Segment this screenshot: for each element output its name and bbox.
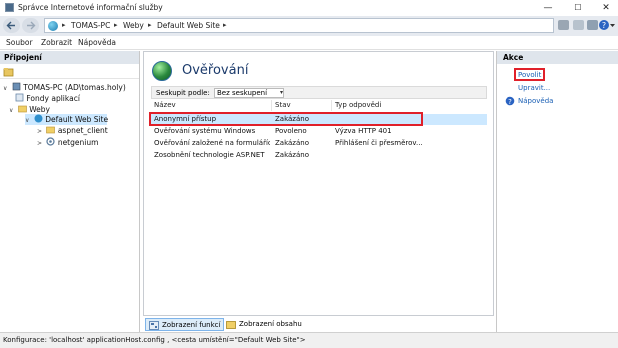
refresh-icon[interactable] <box>572 19 585 31</box>
row-name: Zosobnění technologie ASP.NET <box>154 151 265 159</box>
tree-item-aspnet-client[interactable]: > aspnet_client <box>37 125 108 135</box>
group-by-select[interactable]: Bez seskupení <box>214 88 284 98</box>
connections-toolbar <box>0 65 139 79</box>
tab-label: Zobrazení obsahu <box>239 320 302 328</box>
tree-item-label: netgenium <box>57 138 99 147</box>
authentication-globe-icon <box>152 61 172 81</box>
feature-pane: Ověřování Seskupit podle: Bez seskupení … <box>143 51 494 332</box>
folder-icon <box>46 126 56 134</box>
menu-help[interactable]: Nápověda <box>78 38 116 47</box>
help-icon: ? <box>505 96 515 106</box>
menu-bar: Soubor Zobrazit Nápověda <box>0 36 618 50</box>
tree-item-server[interactable]: ∨ TOMAS-PC (AD\tomas.holy) <box>3 82 126 92</box>
breadcrumb-item-sites[interactable]: Weby <box>123 21 144 30</box>
expand-chevron-icon[interactable]: ∨ <box>25 117 29 124</box>
tab-label: Zobrazení funkcí <box>162 321 221 329</box>
tree-item-label: aspnet_client <box>57 126 108 135</box>
expand-chevron-icon[interactable]: ∨ <box>9 107 13 114</box>
tree-item-default-web-site[interactable]: ∨ Default Web Site <box>25 114 109 125</box>
table-row[interactable]: Zosobnění technologie ASP.NET Zakázáno <box>151 150 487 161</box>
features-view-icon <box>149 321 159 330</box>
tree-item-label: TOMAS-PC (AD\tomas.holy) <box>23 83 126 92</box>
row-name: Ověřování založené na formulářích <box>154 139 270 147</box>
page-title: Ověřování <box>182 63 249 78</box>
breadcrumb-separator: ▸ <box>114 21 118 29</box>
column-header-status[interactable]: Stav <box>272 100 332 111</box>
server-icon <box>12 82 21 91</box>
iis-manager-icon <box>5 3 14 12</box>
maximize-button[interactable]: ☐ <box>566 2 590 14</box>
authentication-list: Název Stav Typ odpovědi Anonymní přístup… <box>151 100 487 315</box>
address-bar: ▸ TOMAS-PC ▸ Weby ▸ Default Web Site ▸ ? <box>0 16 618 36</box>
close-button[interactable]: ✕ <box>594 2 618 14</box>
breadcrumb-separator: ▸ <box>223 21 227 29</box>
tree-item-label: Fondy aplikací <box>26 94 80 103</box>
view-tabs: Zobrazení funkcí Zobrazení obsahu <box>143 317 494 332</box>
menu-file[interactable]: Soubor <box>6 38 33 47</box>
tab-features-view[interactable]: Zobrazení funkcí <box>145 318 225 331</box>
selection-highlight-box <box>149 112 423 126</box>
connections-header: Připojení <box>0 51 139 64</box>
tree-item-netgenium[interactable]: > netgenium <box>37 137 98 147</box>
row-status: Zakázáno <box>275 151 309 159</box>
column-header-name[interactable]: Název <box>151 100 272 111</box>
table-row[interactable]: Ověřování založené na formulářích Zakázá… <box>151 138 487 149</box>
breadcrumb-separator: ▸ <box>62 21 66 29</box>
breadcrumb[interactable]: ▸ TOMAS-PC ▸ Weby ▸ Default Web Site ▸ <box>44 18 554 33</box>
edit-action-link[interactable]: Upravit... <box>518 84 550 92</box>
tree-item-sites[interactable]: ∨ Weby <box>9 104 50 114</box>
title-bar: Správce Internetové informační služby — … <box>0 0 618 16</box>
feature-content: Ověřování Seskupit podle: Bez seskupení … <box>143 51 494 316</box>
back-arrow-icon <box>6 21 15 30</box>
folder-icon <box>17 105 27 113</box>
row-name: Ověřování systému Windows <box>154 127 256 135</box>
forward-arrow-icon <box>27 21 36 30</box>
expand-chevron-icon[interactable]: > <box>37 140 42 147</box>
row-response-type: Přihlášení či přesměrov... <box>335 139 423 147</box>
content-view-icon <box>226 321 236 329</box>
breadcrumb-item-site[interactable]: Default Web Site <box>157 21 220 30</box>
column-header-response-type[interactable]: Typ odpovědi <box>332 100 487 111</box>
tree-item-app-pools[interactable]: Fondy aplikací <box>15 93 80 103</box>
window-title: Správce Internetové informační služby <box>18 3 163 12</box>
row-response-type: Výzva HTTP 401 <box>335 127 392 135</box>
breadcrumb-separator: ▸ <box>148 21 152 29</box>
minimize-button[interactable]: — <box>536 2 560 14</box>
connections-pane: Připojení ∨ TOMAS-PC (AD\tomas.holy) Fon… <box>0 51 140 332</box>
help-dropdown-icon[interactable]: ? <box>598 19 616 31</box>
menu-view[interactable]: Zobrazit <box>41 38 72 47</box>
connect-icon[interactable] <box>3 67 14 77</box>
row-status: Povoleno <box>275 127 307 135</box>
enable-highlight-box <box>514 68 545 81</box>
svg-text:?: ? <box>602 21 606 30</box>
group-by-bar: Seskupit podle: Bez seskupení ▾ <box>151 86 487 99</box>
expand-chevron-icon[interactable]: ∨ <box>3 85 7 92</box>
status-bar: Konfigurace: 'localhost' applicationHost… <box>0 332 618 348</box>
row-status: Zakázáno <box>275 139 309 147</box>
globe-icon <box>48 21 58 31</box>
svg-text:?: ? <box>508 98 512 106</box>
back-button[interactable] <box>3 18 20 33</box>
help-action-link[interactable]: Nápověda <box>518 97 553 105</box>
chevron-down-icon[interactable]: ▾ <box>280 89 283 96</box>
breadcrumb-item-server[interactable]: TOMAS-PC <box>71 21 110 30</box>
group-by-label: Seskupit podle: <box>156 89 210 97</box>
status-text: Konfigurace: 'localhost' applicationHost… <box>3 336 306 344</box>
app-pools-icon <box>15 93 24 102</box>
forward-button[interactable] <box>22 18 39 33</box>
tree-item-label: Default Web Site <box>45 115 109 124</box>
group-by-value: Bez seskupení <box>217 89 268 97</box>
actions-pane: Akce Povolit Upravit... ? Nápověda <box>496 51 618 332</box>
tab-content-view[interactable]: Zobrazení obsahu <box>223 318 305 331</box>
globe-icon <box>34 114 43 123</box>
application-icon <box>46 137 56 146</box>
tree-item-label: Weby <box>29 105 50 114</box>
stop-icon[interactable] <box>557 19 570 31</box>
expand-chevron-icon[interactable]: > <box>37 128 42 135</box>
table-row[interactable]: Ověřování systému Windows Povoleno Výzva… <box>151 126 487 137</box>
actions-header: Akce <box>497 51 618 64</box>
